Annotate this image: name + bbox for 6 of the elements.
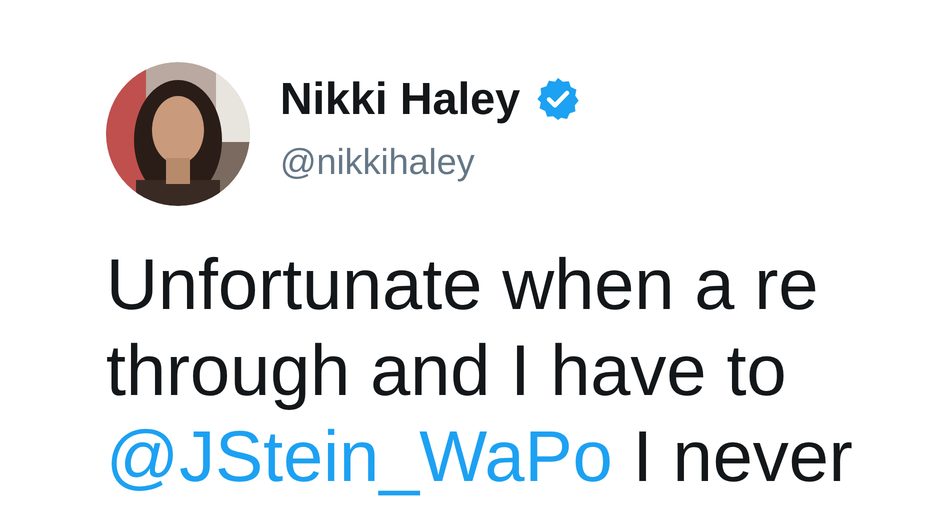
tweet-text: Unfortunate when a re [106, 244, 818, 327]
author-name: Nikki Haley [280, 72, 520, 126]
author-handle: @nikkihaley [280, 140, 476, 184]
tweet-text: through and I have to [106, 330, 787, 413]
mention-link[interactable]: @JStein_WaPo [106, 414, 613, 500]
tweet-text: I never [632, 416, 853, 499]
